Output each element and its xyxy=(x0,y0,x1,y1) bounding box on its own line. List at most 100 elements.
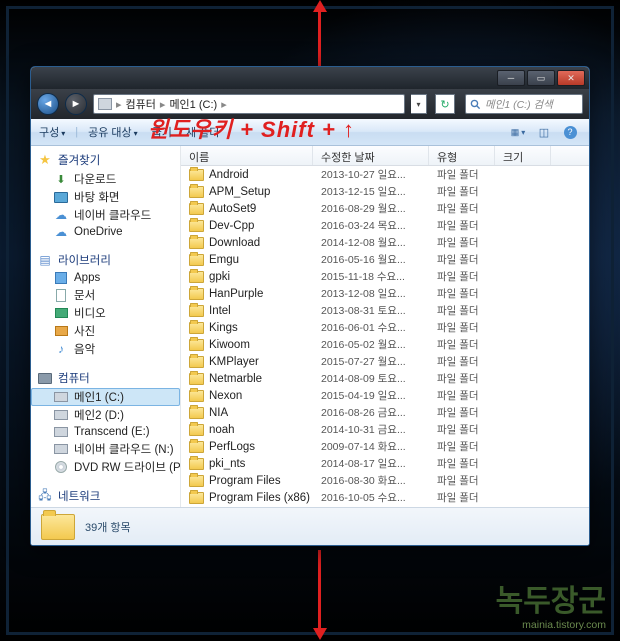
file-list[interactable]: Android2013-10-27 일요...파일 폴더APM_Setup201… xyxy=(181,166,589,507)
file-name: PerfLogs xyxy=(209,441,321,453)
folder-icon xyxy=(189,492,204,504)
preview-pane-button[interactable]: ◫ xyxy=(533,122,555,142)
list-item[interactable]: AutoSet92016-08-29 월요...파일 폴더 xyxy=(181,200,589,217)
column-headers: 이름 수정한 날짜 유형 크기 xyxy=(181,146,589,166)
maximize-button[interactable]: ▭ xyxy=(527,70,555,86)
view-options-button[interactable]: ▦▾ xyxy=(507,122,529,142)
list-item[interactable]: Android2013-10-27 일요...파일 폴더 xyxy=(181,166,589,183)
file-name: Kings xyxy=(209,322,321,334)
file-name: pki_nts xyxy=(209,458,321,470)
file-date: 2013-08-31 토요... xyxy=(321,303,437,318)
file-type: 파일 폴더 xyxy=(437,439,503,454)
list-item[interactable]: pki_nts2014-08-17 일요...파일 폴더 xyxy=(181,455,589,472)
sidebar-item-onedrive[interactable]: ☁OneDrive xyxy=(31,224,180,240)
folder-icon xyxy=(189,203,204,215)
list-item[interactable]: PerfLogs2009-07-14 화요...파일 폴더 xyxy=(181,438,589,455)
sidebar-item-drive-e[interactable]: Transcend (E:) xyxy=(31,424,180,440)
file-date: 2014-12-08 월요... xyxy=(321,235,437,250)
nav-back-button[interactable]: ◄ xyxy=(37,93,59,115)
refresh-button[interactable]: ↻ xyxy=(435,94,455,114)
list-item[interactable]: Program Files2016-08-30 화요...파일 폴더 xyxy=(181,472,589,489)
list-item[interactable]: Program Files (x86)2016-10-05 수요...파일 폴더 xyxy=(181,489,589,506)
sidebar-item-videos[interactable]: 비디오 xyxy=(31,304,180,322)
help-button[interactable]: ? xyxy=(559,122,581,142)
list-item[interactable]: Nexon2015-04-19 일요...파일 폴더 xyxy=(181,387,589,404)
sidebar-item-navercloud[interactable]: ☁네이버 클라우드 xyxy=(31,206,180,224)
folder-icon xyxy=(189,390,204,402)
sidebar-item-downloads[interactable]: ⬇다운로드 xyxy=(31,170,180,188)
file-date: 2015-11-18 수요... xyxy=(321,269,437,284)
list-item[interactable]: APM_Setup2013-12-15 일요...파일 폴더 xyxy=(181,183,589,200)
sidebar-item-music[interactable]: ♪음악 xyxy=(31,340,180,358)
video-icon xyxy=(53,306,69,320)
minimize-button[interactable]: ─ xyxy=(497,70,525,86)
address-history-button[interactable]: ▾ xyxy=(411,94,427,114)
list-item[interactable]: Kings2016-06-01 수요...파일 폴더 xyxy=(181,319,589,336)
file-type: 파일 폴더 xyxy=(437,303,503,318)
file-name: Download xyxy=(209,237,321,249)
sidebar-item-pictures[interactable]: 사진 xyxy=(31,322,180,340)
folder-icon xyxy=(189,424,204,436)
breadcrumb-drive[interactable]: 메인1 (C:) xyxy=(169,96,217,112)
file-name: APM_Setup xyxy=(209,186,321,198)
toolbar-organize[interactable]: 구성▾ xyxy=(39,124,65,140)
file-name: NIA xyxy=(209,407,321,419)
file-type: 파일 폴더 xyxy=(437,473,503,488)
sidebar-network-header[interactable]: 🖧네트워크 xyxy=(31,486,180,506)
folder-icon xyxy=(189,237,204,249)
folder-icon xyxy=(189,186,204,198)
file-type: 파일 폴더 xyxy=(437,337,503,352)
close-button[interactable]: ✕ xyxy=(557,70,585,86)
list-item[interactable]: Dev-Cpp2016-03-24 목요...파일 폴더 xyxy=(181,217,589,234)
col-type[interactable]: 유형 xyxy=(429,146,495,165)
sidebar-computer-header[interactable]: 컴퓨터 xyxy=(31,368,180,388)
computer-icon xyxy=(37,371,53,385)
list-item[interactable]: gpki2015-11-18 수요...파일 폴더 xyxy=(181,268,589,285)
breadcrumb-root[interactable]: 컴퓨터 xyxy=(126,96,156,112)
annotation-arrow-bottom xyxy=(318,550,321,630)
col-size[interactable]: 크기 xyxy=(495,146,551,165)
file-date: 2014-10-31 금요... xyxy=(321,422,437,437)
file-type: 파일 폴더 xyxy=(437,371,503,386)
file-name: AutoSet9 xyxy=(209,203,321,215)
folder-icon xyxy=(189,288,204,300)
search-input[interactable]: 메인1 (C:) 검색 xyxy=(465,94,583,114)
list-item[interactable]: Download2014-12-08 월요...파일 폴더 xyxy=(181,234,589,251)
file-date: 2016-08-26 금요... xyxy=(321,405,437,420)
list-item[interactable]: KMPlayer2015-07-27 월요...파일 폴더 xyxy=(181,353,589,370)
watermark: 녹두장군 mainia.tistory.com xyxy=(496,587,606,631)
sidebar-item-desktop[interactable]: 바탕 화면 xyxy=(31,188,180,206)
file-pane: 이름 수정한 날짜 유형 크기 Android2013-10-27 일요...파… xyxy=(181,146,589,507)
list-item[interactable]: Intel2013-08-31 토요...파일 폴더 xyxy=(181,302,589,319)
sidebar-libraries-header[interactable]: ▤라이브러리 xyxy=(31,250,180,270)
folder-icon xyxy=(189,475,204,487)
sidebar-item-documents[interactable]: 문서 xyxy=(31,286,180,304)
folder-icon xyxy=(189,339,204,351)
watermark-name: 녹두장군 xyxy=(496,587,606,617)
file-name: HanPurple xyxy=(209,288,321,300)
address-bar[interactable]: ▸ 컴퓨터 ▸ 메인1 (C:) ▸ xyxy=(93,94,405,114)
file-type: 파일 폴더 xyxy=(437,354,503,369)
sidebar-favorites-header[interactable]: ★즐겨찾기 xyxy=(31,150,180,170)
list-item[interactable]: HanPurple2013-12-08 일요...파일 폴더 xyxy=(181,285,589,302)
titlebar[interactable]: ─ ▭ ✕ xyxy=(31,67,589,89)
file-name: Intel xyxy=(209,305,321,317)
sidebar-item-drive-n[interactable]: 네이버 클라우드 (N:) xyxy=(31,440,180,458)
list-item[interactable]: noah2014-10-31 금요...파일 폴더 xyxy=(181,421,589,438)
sidebar-item-apps[interactable]: Apps xyxy=(31,270,180,286)
list-item[interactable]: NIA2016-08-26 금요...파일 폴더 xyxy=(181,404,589,421)
list-item[interactable]: Kiwoom2016-05-02 월요...파일 폴더 xyxy=(181,336,589,353)
sidebar-item-drive-c[interactable]: 메인1 (C:) xyxy=(31,388,180,406)
nav-forward-button[interactable]: ► xyxy=(65,93,87,115)
drive-icon xyxy=(53,390,69,404)
list-item[interactable]: Netmarble2014-08-09 토요...파일 폴더 xyxy=(181,370,589,387)
watermark-url: mainia.tistory.com xyxy=(496,619,606,631)
sidebar-item-dvd[interactable]: DVD RW 드라이브 (P:) NEW xyxy=(31,458,180,476)
sidebar-item-drive-d[interactable]: 메인2 (D:) xyxy=(31,406,180,424)
file-type: 파일 폴더 xyxy=(437,252,503,267)
file-name: Program Files xyxy=(209,475,321,487)
list-item[interactable]: Emgu2016-05-16 월요...파일 폴더 xyxy=(181,251,589,268)
col-name[interactable]: 이름 xyxy=(181,146,313,165)
col-date[interactable]: 수정한 날짜 xyxy=(313,146,429,165)
toolbar-share[interactable]: 공유 대상▾ xyxy=(88,124,138,140)
